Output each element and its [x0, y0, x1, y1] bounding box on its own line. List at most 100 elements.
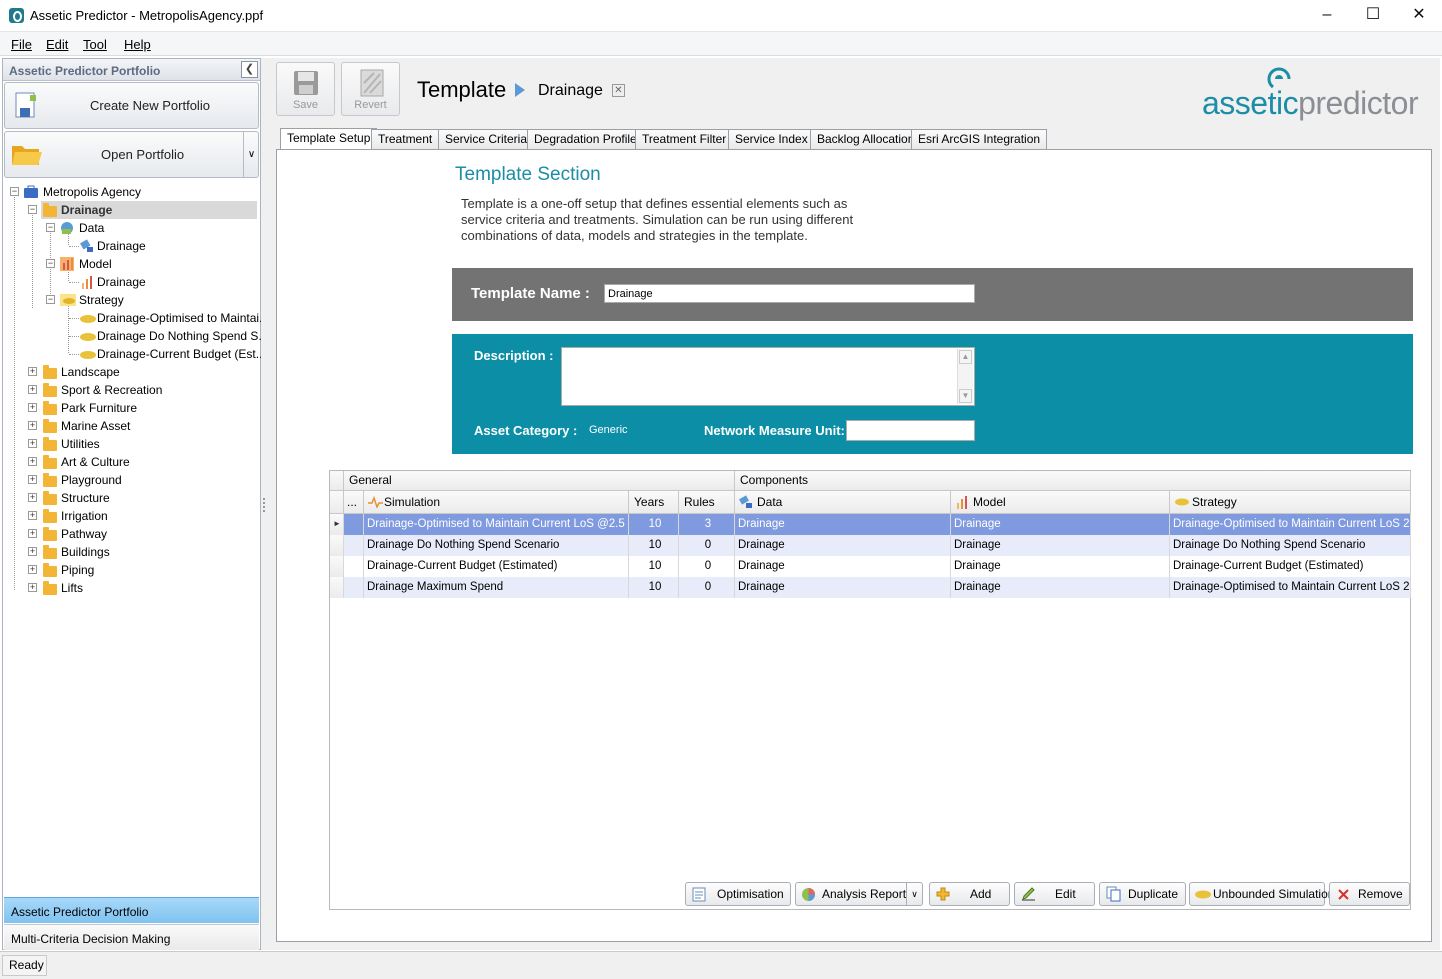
expand-group-icon[interactable]: + — [28, 385, 37, 394]
cell-strategy: Drainage-Optimised to Maintain Current L… — [1170, 577, 1411, 598]
open-portfolio-button[interactable]: Open Portfolio ∨ — [4, 131, 259, 178]
column-header-dots[interactable]: ... — [344, 491, 364, 514]
close-template-icon[interactable]: ✕ — [612, 84, 625, 97]
tab-esri-arcgis[interactable]: Esri ArcGIS Integration — [911, 129, 1048, 149]
expand-group-icon[interactable]: + — [28, 565, 37, 574]
splitter[interactable] — [261, 58, 268, 950]
tree-item-group[interactable]: Piping — [61, 561, 94, 579]
tree-item-strategy-3[interactable]: Drainage-Current Budget (Est... — [97, 345, 266, 363]
analysis-report-dropdown[interactable]: ∨ — [906, 883, 922, 905]
tree-item-group[interactable]: Landscape — [61, 363, 120, 381]
collapse-panel-icon[interactable]: ❮ — [241, 61, 258, 78]
tree-item-group[interactable]: Marine Asset — [61, 417, 130, 435]
column-header-data[interactable]: Data — [735, 491, 951, 514]
revert-button[interactable]: Revert — [341, 62, 400, 116]
close-icon[interactable]: ✕ — [1396, 0, 1442, 32]
expand-group-icon[interactable]: + — [28, 457, 37, 466]
table-row[interactable]: ► Drainage-Optimised to Maintain Current… — [330, 514, 1411, 535]
tree-item-group[interactable]: Playground — [61, 471, 122, 489]
tab-backlog-allocation[interactable]: Backlog Allocation — [810, 129, 922, 149]
scroll-up-icon[interactable]: ▲ — [959, 350, 972, 364]
tab-template-setup[interactable]: Template Setup — [280, 128, 378, 150]
create-portfolio-button[interactable]: Create New Portfolio — [4, 82, 259, 129]
tree-item-group[interactable]: Buildings — [61, 543, 110, 561]
menu-tool[interactable]: Tool — [83, 37, 107, 52]
table-row[interactable]: Drainage-Current Budget (Estimated) 10 0… — [330, 556, 1411, 577]
column-header-model[interactable]: Model — [951, 491, 1170, 514]
expand-model-icon[interactable]: − — [46, 259, 55, 268]
tree-item-strategy[interactable]: Strategy — [79, 291, 124, 309]
expand-group-icon[interactable]: + — [28, 511, 37, 520]
expand-group-icon[interactable]: + — [28, 583, 37, 592]
unbounded-simulation-button[interactable]: Unbounded Simulation — [1189, 882, 1334, 906]
scroll-down-icon[interactable]: ▼ — [959, 389, 972, 403]
save-button[interactable]: Save — [276, 62, 335, 116]
expand-strategy-icon[interactable]: − — [46, 295, 55, 304]
edit-button[interactable]: Edit — [1014, 882, 1095, 906]
tree-root[interactable]: Metropolis Agency — [43, 183, 141, 201]
add-button[interactable]: Add — [929, 882, 1010, 906]
minimize-icon[interactable]: – — [1304, 0, 1350, 32]
tree-item-group[interactable]: Utilities — [61, 435, 100, 453]
tab-treatment[interactable]: Treatment — [371, 129, 440, 149]
optimisation-button[interactable]: Optimisation — [685, 882, 791, 906]
expand-data-icon[interactable]: − — [46, 223, 55, 232]
column-header-rules[interactable]: Rules — [679, 491, 735, 514]
expand-group-icon[interactable]: + — [28, 529, 37, 538]
tree-item-drainage[interactable]: Drainage — [61, 201, 112, 219]
nav-mcdm[interactable]: Multi-Criteria Decision Making — [4, 924, 259, 950]
tree-item-data[interactable]: Data — [79, 219, 104, 237]
data-icon — [739, 495, 752, 508]
remove-button[interactable]: Remove — [1329, 882, 1410, 906]
tree-item-group[interactable]: Sport & Recreation — [61, 381, 162, 399]
maximize-icon[interactable]: ☐ — [1350, 0, 1396, 32]
duplicate-button[interactable]: Duplicate — [1099, 882, 1186, 906]
column-header-years[interactable]: Years — [629, 491, 679, 514]
tree-item-group[interactable]: Structure — [61, 489, 110, 507]
tree-item-strategy-2[interactable]: Drainage Do Nothing Spend S... — [97, 327, 268, 345]
breadcrumb-arrow-icon — [515, 83, 525, 97]
expand-drainage-icon[interactable]: − — [28, 205, 37, 214]
expand-group-icon[interactable]: + — [28, 493, 37, 502]
tree-item-group[interactable]: Irrigation — [61, 507, 108, 525]
expand-group-icon[interactable]: + — [28, 439, 37, 448]
menu-edit[interactable]: Edit — [46, 37, 68, 52]
tree-item-data-drainage[interactable]: Drainage — [97, 237, 146, 255]
expand-group-icon[interactable]: + — [28, 367, 37, 376]
save-icon — [294, 71, 318, 95]
expand-group-icon[interactable]: + — [28, 547, 37, 556]
tab-service-criteria[interactable]: Service Criteria — [438, 129, 535, 149]
tree-item-group[interactable]: Art & Culture — [61, 453, 130, 471]
description-scrollbar[interactable]: ▲ ▼ — [957, 349, 973, 404]
expand-group-icon[interactable]: + — [28, 421, 37, 430]
column-header-simulation[interactable]: Simulation — [364, 491, 629, 514]
template-name-input[interactable] — [604, 284, 975, 303]
tree-item-group[interactable]: Pathway — [61, 525, 107, 543]
tree-item-group[interactable]: Lifts — [61, 579, 83, 597]
nav-portfolio[interactable]: Assetic Predictor Portfolio — [4, 897, 259, 923]
tree-item-model[interactable]: Model — [79, 255, 112, 273]
network-measure-input[interactable] — [846, 420, 975, 441]
expand-group-icon[interactable]: + — [28, 475, 37, 484]
tree-item-model-drainage[interactable]: Drainage — [97, 273, 146, 291]
table-row[interactable]: Drainage Do Nothing Spend Scenario 10 0 … — [330, 535, 1411, 556]
menu-help[interactable]: Help — [124, 37, 151, 52]
tree-item-strategy-1[interactable]: Drainage-Optimised to Maintai... — [97, 309, 269, 327]
revert-icon — [360, 69, 384, 97]
app-icon — [9, 8, 24, 23]
column-header-strategy[interactable]: Strategy — [1170, 491, 1411, 514]
model-item-icon — [82, 276, 92, 289]
expand-root-icon[interactable]: − — [10, 187, 19, 196]
menu-file[interactable]: File — [11, 37, 32, 52]
tree-item-group[interactable]: Park Furniture — [61, 399, 137, 417]
cell-data: Drainage — [735, 514, 951, 535]
open-portfolio-dropdown[interactable]: ∨ — [243, 132, 259, 177]
expand-group-icon[interactable]: + — [28, 403, 37, 412]
tab-treatment-filter[interactable]: Treatment Filter — [635, 129, 734, 149]
description-textarea[interactable]: ▲ ▼ — [561, 347, 975, 406]
tab-service-index[interactable]: Service Index — [728, 129, 815, 149]
folder-icon — [43, 545, 57, 559]
table-row[interactable]: Drainage Maximum Spend 10 0 Drainage Dra… — [330, 577, 1411, 598]
analysis-report-button[interactable]: Analysis Report ∨ — [795, 882, 923, 906]
tab-degradation-profile[interactable]: Degradation Profile — [527, 129, 644, 149]
